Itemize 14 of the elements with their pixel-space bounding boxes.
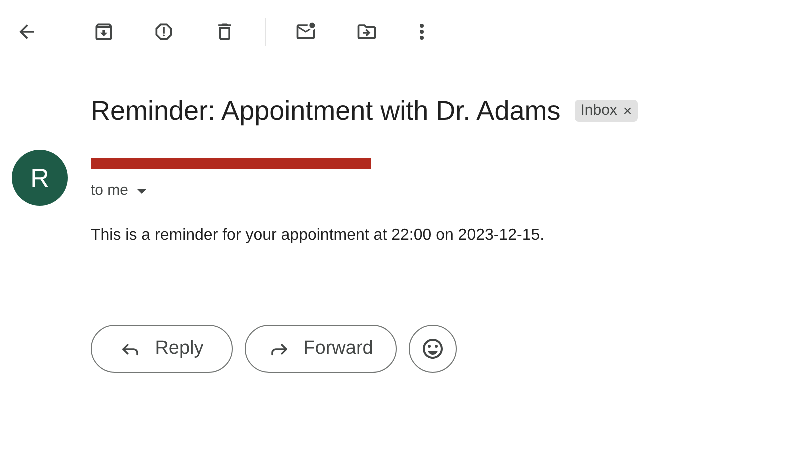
more-icon [420,24,424,40]
emoji-button[interactable] [409,325,457,373]
recipient-dropdown[interactable]: to me [91,180,371,202]
sender-avatar: R [12,150,68,206]
reply-button[interactable]: Reply [91,325,233,373]
label-text: Inbox [580,100,618,121]
email-subject: Reminder: Appointment with Dr. Adams [91,95,561,128]
forward-button[interactable]: Forward [245,325,397,373]
archive-icon [93,21,115,43]
caret-icon [136,188,147,194]
smiley-icon [421,337,445,361]
exclamation-octagon-icon [153,21,175,43]
remove-label-button[interactable]: × [623,104,632,118]
email-body: This is a reminder for your appointment at 22:00 on 2023-12-15. [90,226,546,246]
